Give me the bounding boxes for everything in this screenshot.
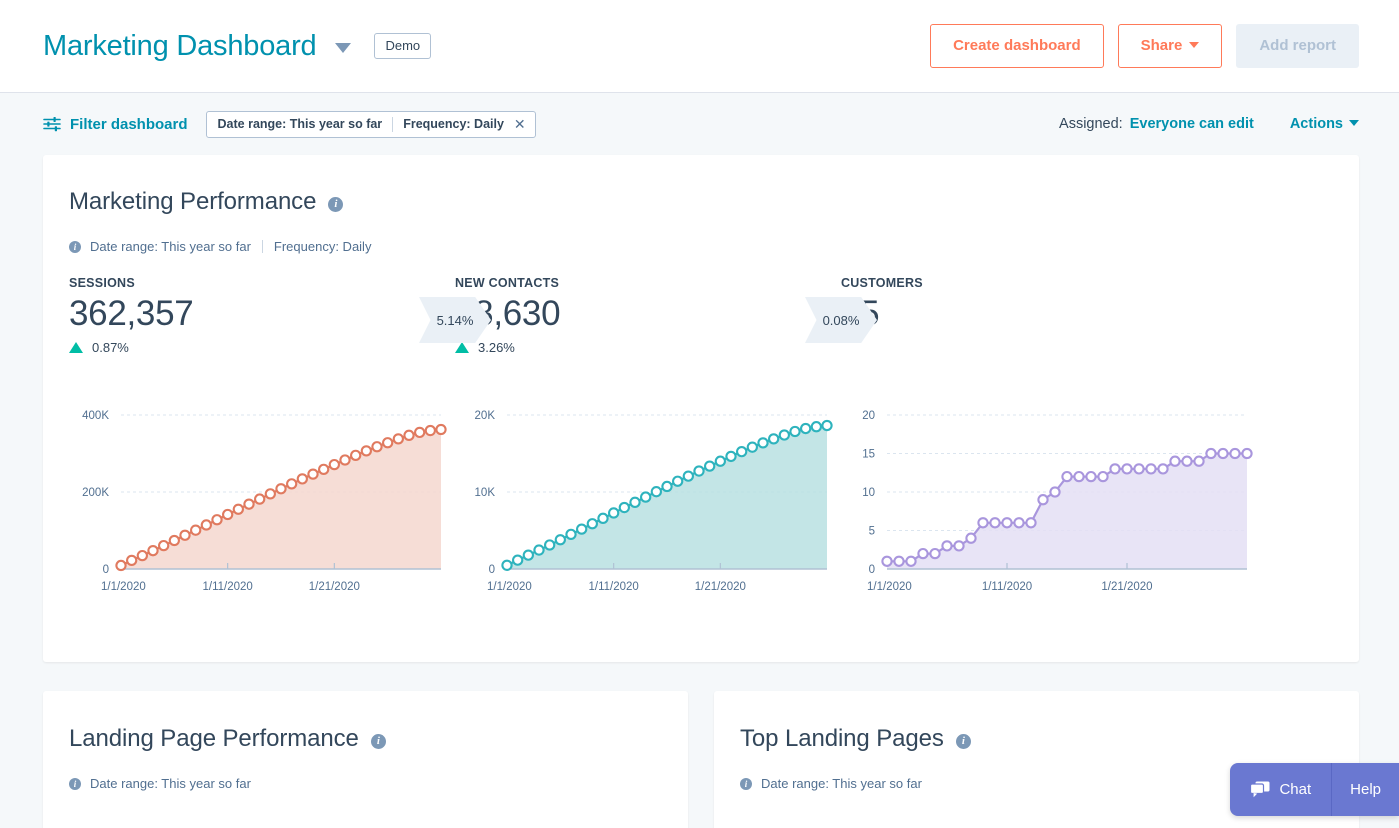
svg-text:1/11/2020: 1/11/2020 (589, 581, 639, 593)
share-button[interactable]: Share (1117, 24, 1223, 68)
svg-text:200K: 200K (82, 487, 109, 499)
demo-badge: Demo (374, 33, 432, 59)
card-subtitle-date-range: Date range: This year so far (90, 776, 251, 791)
svg-text:0: 0 (489, 564, 495, 576)
card-title-text: Top Landing Pages (740, 725, 944, 752)
card-subtitle-frequency: Frequency: Daily (273, 239, 372, 254)
svg-text:1/21/2020: 1/21/2020 (309, 581, 360, 593)
filter-date-range-label: Date range: This year so far (217, 117, 383, 131)
svg-text:1/11/2020: 1/11/2020 (982, 581, 1032, 593)
card-subtitle: i Date range: This year so far (69, 776, 688, 791)
info-icon[interactable]: i (955, 733, 971, 749)
svg-text:10K: 10K (475, 487, 496, 499)
share-button-label: Share (1140, 37, 1183, 54)
card-subtitle: i Date range: This year so far Frequency… (69, 239, 1359, 254)
svg-text:400K: 400K (82, 410, 109, 422)
bottom-cards-row: Landing Page Performance i i Date range:… (43, 691, 1359, 828)
card-title: Marketing Performance i (69, 188, 1359, 216)
svg-text:15: 15 (862, 448, 875, 460)
chat-bubble-icon (1250, 781, 1270, 797)
kpi-new-contacts: NEW CONTACTS 18,630 3.26% (455, 276, 841, 355)
filter-bar: Filter dashboard Date range: This year s… (0, 93, 1399, 155)
svg-text:0: 0 (869, 564, 875, 576)
actions-label: Actions (1289, 116, 1343, 132)
info-icon[interactable]: i (370, 733, 386, 749)
kpi-delta: 3.26% (455, 340, 841, 355)
subtitle-divider (261, 240, 263, 253)
kpi-value: 15 (841, 292, 1227, 336)
filter-sliders-icon[interactable] (43, 116, 61, 132)
assigned-label: Assigned: (1059, 116, 1123, 132)
dashboard-title-group: Marketing Dashboard Demo (43, 31, 432, 61)
page-title[interactable]: Marketing Dashboard (43, 31, 317, 61)
svg-text:1/1/2020: 1/1/2020 (101, 581, 146, 593)
chevron-down-icon (1349, 120, 1359, 126)
add-report-button[interactable]: Add report (1236, 24, 1359, 68)
svg-text:1/1/2020: 1/1/2020 (867, 581, 912, 593)
new-contacts-chart[interactable]: 0 10K 20K 1/1/2020 1/11/2020 1/21/2020 (455, 401, 841, 611)
help-label: Help (1350, 781, 1381, 798)
info-icon: i (69, 777, 81, 790)
chat-button[interactable]: Chat (1230, 763, 1331, 816)
header-actions: Create dashboard Share Add report (930, 24, 1359, 68)
svg-text:20K: 20K (475, 410, 496, 422)
chat-label: Chat (1279, 781, 1312, 798)
svg-text:1/1/2020: 1/1/2020 (487, 581, 532, 593)
svg-text:1/11/2020: 1/11/2020 (203, 581, 253, 593)
chevron-down-icon[interactable] (335, 42, 352, 53)
filter-frequency-label: Frequency: Daily (403, 117, 504, 131)
create-dashboard-button[interactable]: Create dashboard (930, 24, 1104, 68)
card-title: Landing Page Performance i (69, 725, 688, 753)
kpi-delta-value: 3.26% (478, 339, 515, 355)
marketing-performance-card: Marketing Performance i i Date range: Th… (43, 155, 1359, 662)
card-title: Top Landing Pages i (740, 725, 1359, 753)
charts-row: 0 200K 400K 1/1/2020 1/11/2020 1/21/2020 0 10K… (69, 401, 1359, 611)
filter-dashboard-link[interactable]: Filter dashboard (70, 116, 188, 133)
kpi-label: NEW CONTACTS (455, 276, 560, 290)
card-subtitle-date-range: Date range: This year so far (90, 239, 251, 254)
svg-text:5: 5 (869, 525, 875, 537)
actions-menu[interactable]: Actions (1290, 116, 1359, 132)
pill-divider (392, 116, 394, 132)
info-icon: i (69, 240, 81, 253)
card-title-text: Landing Page Performance (69, 725, 359, 752)
svg-text:1/21/2020: 1/21/2020 (1101, 581, 1152, 593)
sessions-chart[interactable]: 0 200K 400K 1/1/2020 1/11/2020 1/21/2020 (69, 401, 455, 611)
info-icon: i (740, 777, 752, 790)
card-subtitle-date-range: Date range: This year so far (761, 776, 922, 791)
assigned-value-link[interactable]: Everyone can edit (1130, 116, 1254, 132)
kpi-sessions: SESSIONS 362,357 0.87% (69, 276, 455, 355)
close-icon[interactable]: ✕ (514, 117, 526, 131)
svg-text:0: 0 (103, 564, 109, 576)
triangle-up-icon (455, 341, 469, 353)
kpi-delta: 0.87% (69, 340, 455, 355)
svg-text:20: 20 (862, 410, 875, 422)
filter-controls: Filter dashboard Date range: This year s… (43, 110, 536, 138)
svg-text:10: 10 (862, 487, 875, 499)
kpi-delta-value: 0.87% (92, 339, 129, 355)
info-icon[interactable]: i (328, 196, 344, 212)
landing-page-performance-card: Landing Page Performance i i Date range:… (43, 691, 688, 828)
kpi-value: 362,357 (69, 294, 194, 333)
customers-chart[interactable]: 0 5 10 15 20 1/1/2020 1/11/2020 1/21/2020 (841, 401, 1261, 611)
kpi-customers: CUSTOMERS 15 (841, 276, 1227, 336)
help-button[interactable]: Help (1332, 763, 1399, 816)
svg-text:1/21/2020: 1/21/2020 (695, 581, 746, 593)
chevron-down-icon (1189, 42, 1200, 48)
dashboard-board: Marketing Performance i i Date range: Th… (0, 155, 1399, 828)
chat-help-widget[interactable]: Chat Help (1230, 763, 1399, 816)
card-title-text: Marketing Performance (69, 188, 317, 215)
triangle-up-icon (69, 341, 83, 353)
active-filters-pill[interactable]: Date range: This year so far Frequency: … (205, 110, 536, 138)
filter-bar-right: Assigned: Everyone can edit Actions (1059, 116, 1359, 132)
kpi-row: SESSIONS 362,357 0.87% 5.14% NEW CONTACT… (69, 276, 1359, 355)
app-header: Marketing Dashboard Demo Create dashboar… (0, 0, 1399, 93)
kpi-value: 18,630 (455, 294, 561, 333)
kpi-label: CUSTOMERS (841, 276, 923, 290)
kpi-label: SESSIONS (69, 276, 135, 290)
